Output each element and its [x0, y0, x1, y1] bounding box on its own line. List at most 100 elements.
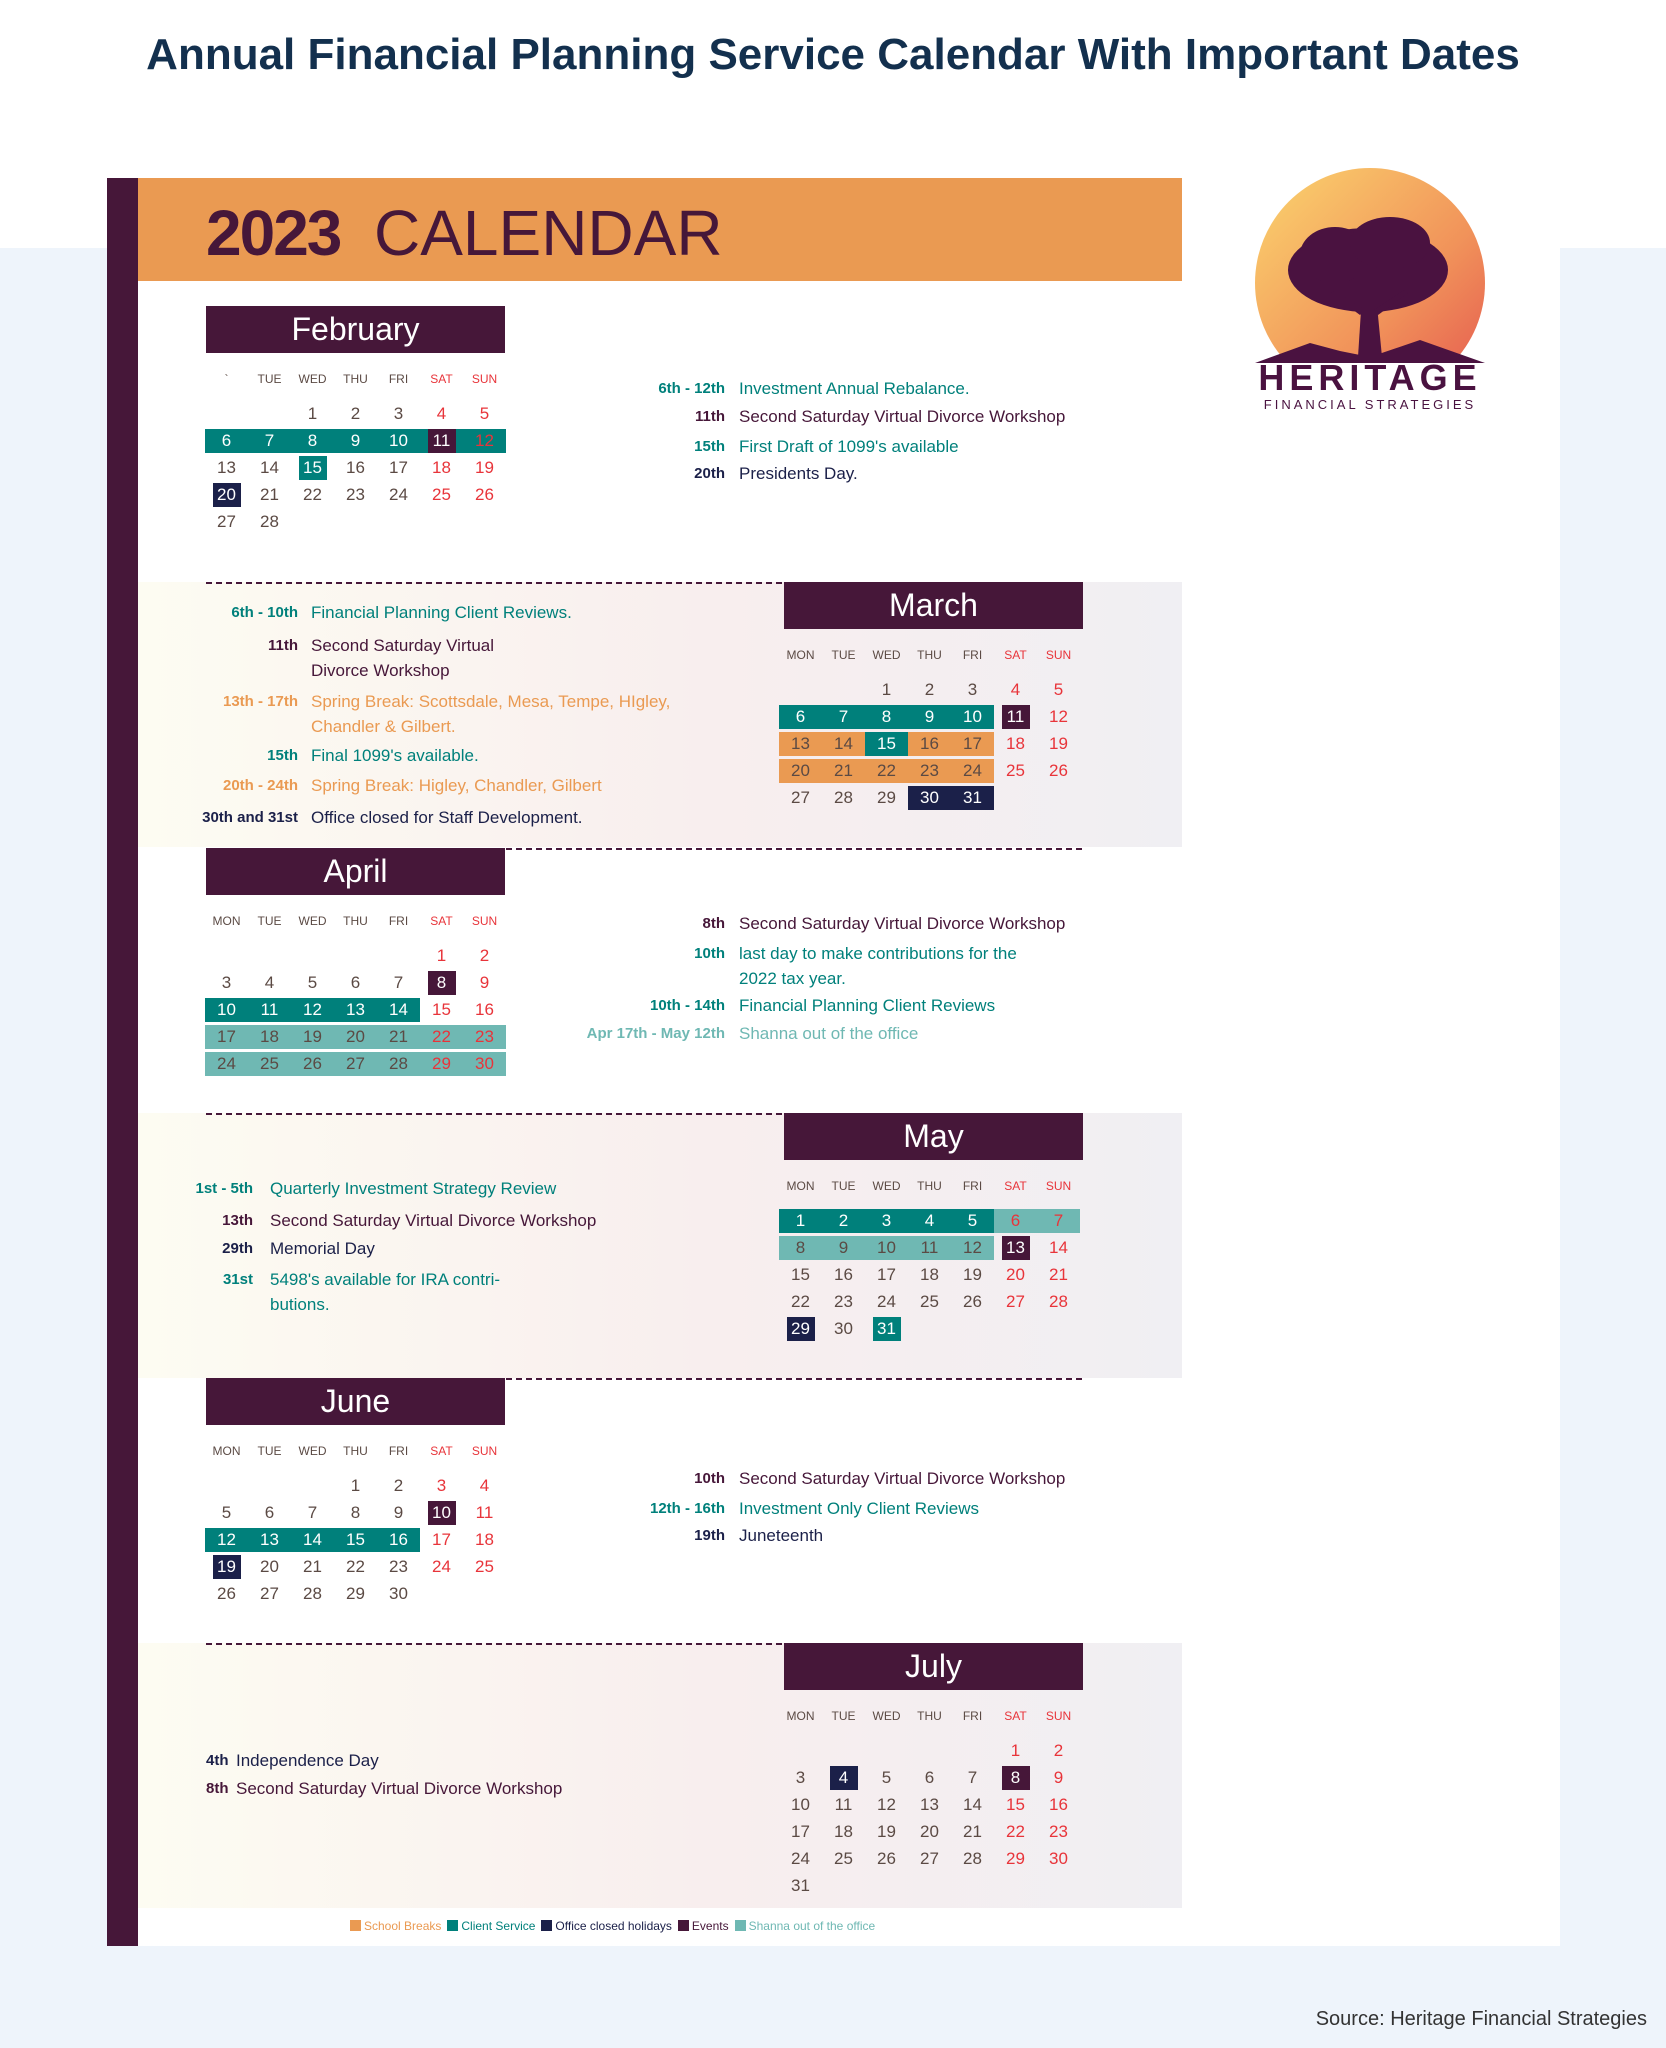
day-cell[interactable]: 24 [420, 1555, 463, 1579]
day-cell[interactable]: 6 [994, 1209, 1037, 1233]
day-cell[interactable]: 30 [377, 1582, 420, 1606]
day-cell[interactable]: 10 [420, 1501, 463, 1525]
day-cell[interactable]: 6 [334, 971, 377, 995]
day-cell[interactable]: 19 [865, 1820, 908, 1844]
day-cell[interactable]: 10 [951, 705, 994, 729]
day-cell[interactable]: 30 [463, 1052, 506, 1076]
day-cell[interactable]: 21 [822, 759, 865, 783]
day-cell[interactable]: 29 [994, 1847, 1037, 1871]
day-cell[interactable]: 14 [1037, 1236, 1080, 1260]
day-cell[interactable]: 7 [951, 1766, 994, 1790]
day-cell[interactable]: 11 [248, 998, 291, 1022]
day-cell[interactable]: 14 [822, 732, 865, 756]
day-cell[interactable]: 14 [291, 1528, 334, 1552]
day-cell[interactable]: 9 [334, 429, 377, 453]
day-cell[interactable]: 22 [779, 1290, 822, 1314]
day-cell[interactable]: 22 [291, 483, 334, 507]
day-cell[interactable]: 14 [248, 456, 291, 480]
day-cell[interactable]: 17 [205, 1025, 248, 1049]
day-cell[interactable]: 15 [779, 1263, 822, 1287]
day-cell[interactable]: 1 [779, 1209, 822, 1233]
day-cell[interactable]: 9 [377, 1501, 420, 1525]
day-cell[interactable]: 4 [994, 678, 1037, 702]
day-cell[interactable]: 5 [865, 1766, 908, 1790]
day-cell[interactable]: 4 [248, 971, 291, 995]
day-cell[interactable]: 10 [865, 1236, 908, 1260]
day-cell[interactable]: 31 [779, 1874, 822, 1898]
day-cell[interactable]: 28 [951, 1847, 994, 1871]
day-cell[interactable]: 2 [1037, 1739, 1080, 1763]
day-cell[interactable]: 16 [908, 732, 951, 756]
day-cell[interactable]: 15 [291, 456, 334, 480]
day-cell[interactable]: 7 [377, 971, 420, 995]
day-cell[interactable]: 16 [1037, 1793, 1080, 1817]
day-cell[interactable]: 27 [248, 1582, 291, 1606]
day-cell[interactable]: 4 [822, 1766, 865, 1790]
day-cell[interactable]: 28 [291, 1582, 334, 1606]
day-cell[interactable]: 15 [420, 998, 463, 1022]
day-cell[interactable]: 4 [908, 1209, 951, 1233]
day-cell[interactable]: 25 [994, 759, 1037, 783]
day-cell[interactable]: 20 [248, 1555, 291, 1579]
day-cell[interactable]: 5 [205, 1501, 248, 1525]
day-cell[interactable]: 29 [865, 786, 908, 810]
day-cell[interactable]: 26 [1037, 759, 1080, 783]
day-cell[interactable]: 22 [865, 759, 908, 783]
day-cell[interactable]: 27 [779, 786, 822, 810]
day-cell[interactable]: 5 [463, 402, 506, 426]
day-cell[interactable]: 3 [205, 971, 248, 995]
day-cell[interactable]: 9 [822, 1236, 865, 1260]
day-cell[interactable]: 13 [248, 1528, 291, 1552]
day-cell[interactable]: 12 [463, 429, 506, 453]
day-cell[interactable]: 26 [205, 1582, 248, 1606]
day-cell[interactable]: 23 [377, 1555, 420, 1579]
day-cell[interactable]: 11 [908, 1236, 951, 1260]
day-cell[interactable]: 23 [334, 483, 377, 507]
day-cell[interactable]: 12 [951, 1236, 994, 1260]
day-cell[interactable]: 3 [420, 1474, 463, 1498]
day-cell[interactable]: 28 [822, 786, 865, 810]
day-cell[interactable]: 2 [377, 1474, 420, 1498]
day-cell[interactable]: 12 [865, 1793, 908, 1817]
day-cell[interactable]: 24 [377, 483, 420, 507]
day-cell[interactable]: 3 [865, 1209, 908, 1233]
day-cell[interactable]: 3 [779, 1766, 822, 1790]
day-cell[interactable]: 10 [377, 429, 420, 453]
day-cell[interactable]: 8 [865, 705, 908, 729]
day-cell[interactable]: 16 [822, 1263, 865, 1287]
day-cell[interactable]: 29 [334, 1582, 377, 1606]
day-cell[interactable]: 25 [908, 1290, 951, 1314]
day-cell[interactable]: 1 [994, 1739, 1037, 1763]
day-cell[interactable]: 22 [334, 1555, 377, 1579]
day-cell[interactable]: 21 [1037, 1263, 1080, 1287]
day-cell[interactable]: 25 [248, 1052, 291, 1076]
day-cell[interactable]: 11 [994, 705, 1037, 729]
day-cell[interactable]: 8 [994, 1766, 1037, 1790]
day-cell[interactable]: 19 [463, 456, 506, 480]
day-cell[interactable]: 2 [908, 678, 951, 702]
day-cell[interactable]: 28 [248, 510, 291, 534]
day-cell[interactable]: 31 [865, 1317, 908, 1341]
day-cell[interactable]: 17 [865, 1263, 908, 1287]
day-cell[interactable]: 23 [463, 1025, 506, 1049]
day-cell[interactable]: 1 [291, 402, 334, 426]
day-cell[interactable]: 24 [865, 1290, 908, 1314]
day-cell[interactable]: 19 [1037, 732, 1080, 756]
day-cell[interactable]: 17 [951, 732, 994, 756]
day-cell[interactable]: 23 [908, 759, 951, 783]
day-cell[interactable]: 22 [994, 1820, 1037, 1844]
day-cell[interactable]: 29 [779, 1317, 822, 1341]
day-cell[interactable]: 27 [908, 1847, 951, 1871]
day-cell[interactable]: 26 [291, 1052, 334, 1076]
day-cell[interactable]: 3 [377, 402, 420, 426]
day-cell[interactable]: 28 [1037, 1290, 1080, 1314]
day-cell[interactable]: 21 [291, 1555, 334, 1579]
day-cell[interactable]: 29 [420, 1052, 463, 1076]
day-cell[interactable]: 2 [463, 944, 506, 968]
day-cell[interactable]: 9 [908, 705, 951, 729]
day-cell[interactable]: 11 [420, 429, 463, 453]
day-cell[interactable]: 20 [334, 1025, 377, 1049]
day-cell[interactable]: 4 [420, 402, 463, 426]
day-cell[interactable]: 7 [291, 1501, 334, 1525]
day-cell[interactable]: 13 [779, 732, 822, 756]
